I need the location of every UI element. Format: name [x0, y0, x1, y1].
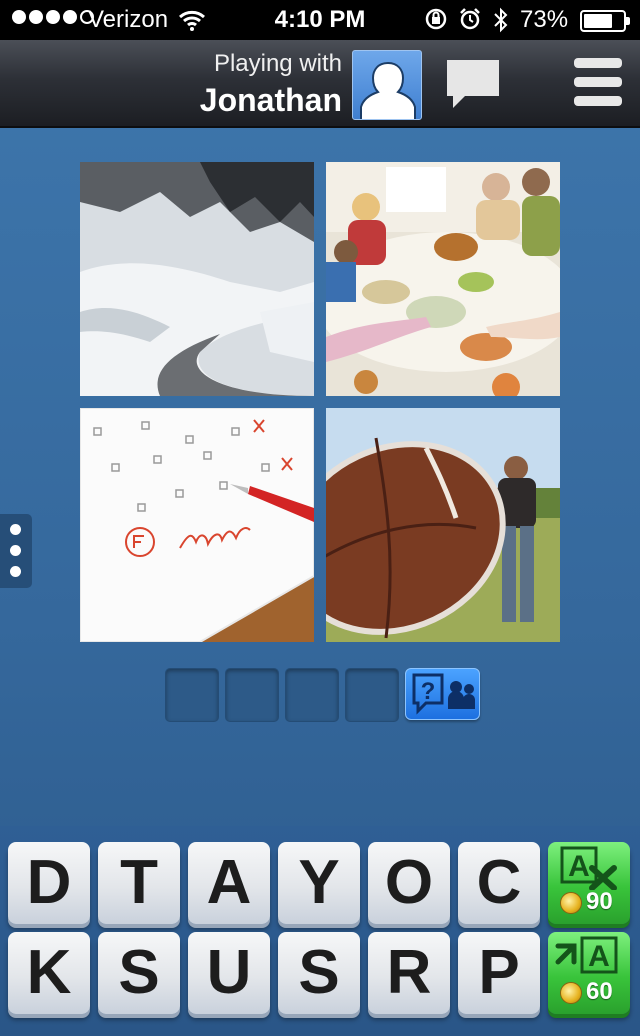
letter-tile[interactable]: P [458, 932, 540, 1014]
letter-tile[interactable]: C [458, 842, 540, 924]
ask-friend-button[interactable]: ? [405, 668, 480, 720]
remove-letters-price: 90 [586, 888, 613, 915]
failed-exam-photo[interactable] [80, 408, 314, 642]
rotation-lock-icon [424, 7, 448, 39]
reveal-letter-price: 60 [586, 978, 613, 1005]
answer-slot[interactable] [285, 668, 339, 722]
svg-text:A: A [588, 940, 610, 973]
letter-tile[interactable]: A [188, 842, 270, 924]
bluetooth-icon [492, 7, 510, 39]
letter-tile[interactable]: T [98, 842, 180, 924]
battery-percentage: 73% [520, 6, 569, 33]
letter-tile[interactable]: U [188, 932, 270, 1014]
chat-button[interactable] [443, 56, 503, 112]
playing-with-label: Playing with Jonathan [200, 50, 342, 119]
chat-bubble-icon [447, 60, 499, 108]
svg-text:?: ? [421, 678, 436, 705]
family-dinner-photo[interactable] [326, 162, 560, 396]
snowy-mountain-road-photo[interactable] [80, 162, 314, 396]
coin-icon [560, 892, 582, 914]
alarm-icon [458, 7, 482, 39]
vertical-dots-icon [10, 524, 21, 535]
coin-icon [560, 982, 582, 1004]
partner-avatar[interactable] [352, 50, 422, 120]
hamburger-icon [574, 58, 622, 68]
letter-tile[interactable]: S [98, 932, 180, 1014]
reveal-letter-button[interactable]: A 60 [548, 932, 630, 1014]
app-header: Playing with Jonathan [0, 40, 640, 128]
letter-tile[interactable]: O [368, 842, 450, 924]
letter-tile[interactable]: D [8, 842, 90, 924]
remove-letters-button[interactable]: A 90 [548, 842, 630, 924]
person-silhouette-icon [360, 61, 416, 119]
partner-name: Jonathan [199, 82, 342, 118]
letter-tile[interactable]: R [368, 932, 450, 1014]
answer-slot[interactable] [225, 668, 279, 722]
svg-text:A: A [568, 850, 590, 883]
battery-icon [580, 10, 630, 32]
letter-tile[interactable]: K [8, 932, 90, 1014]
remove-letters-icon: A [560, 846, 617, 891]
answer-slot[interactable] [165, 668, 219, 722]
answer-slot[interactable] [345, 668, 399, 722]
status-bar: Verizon 4:10 PM 73% [0, 0, 640, 40]
side-options-tab[interactable] [0, 514, 32, 588]
menu-button[interactable] [574, 58, 622, 108]
letter-tile[interactable]: Y [278, 842, 360, 924]
football-throw-photo[interactable] [326, 408, 560, 642]
playing-with-text: Playing with [213, 50, 342, 77]
ask-friend-icon: ? [412, 673, 475, 715]
letter-tile[interactable]: S [278, 932, 360, 1014]
battery-level-fill [584, 14, 612, 28]
reveal-letter-icon: A [555, 936, 618, 974]
